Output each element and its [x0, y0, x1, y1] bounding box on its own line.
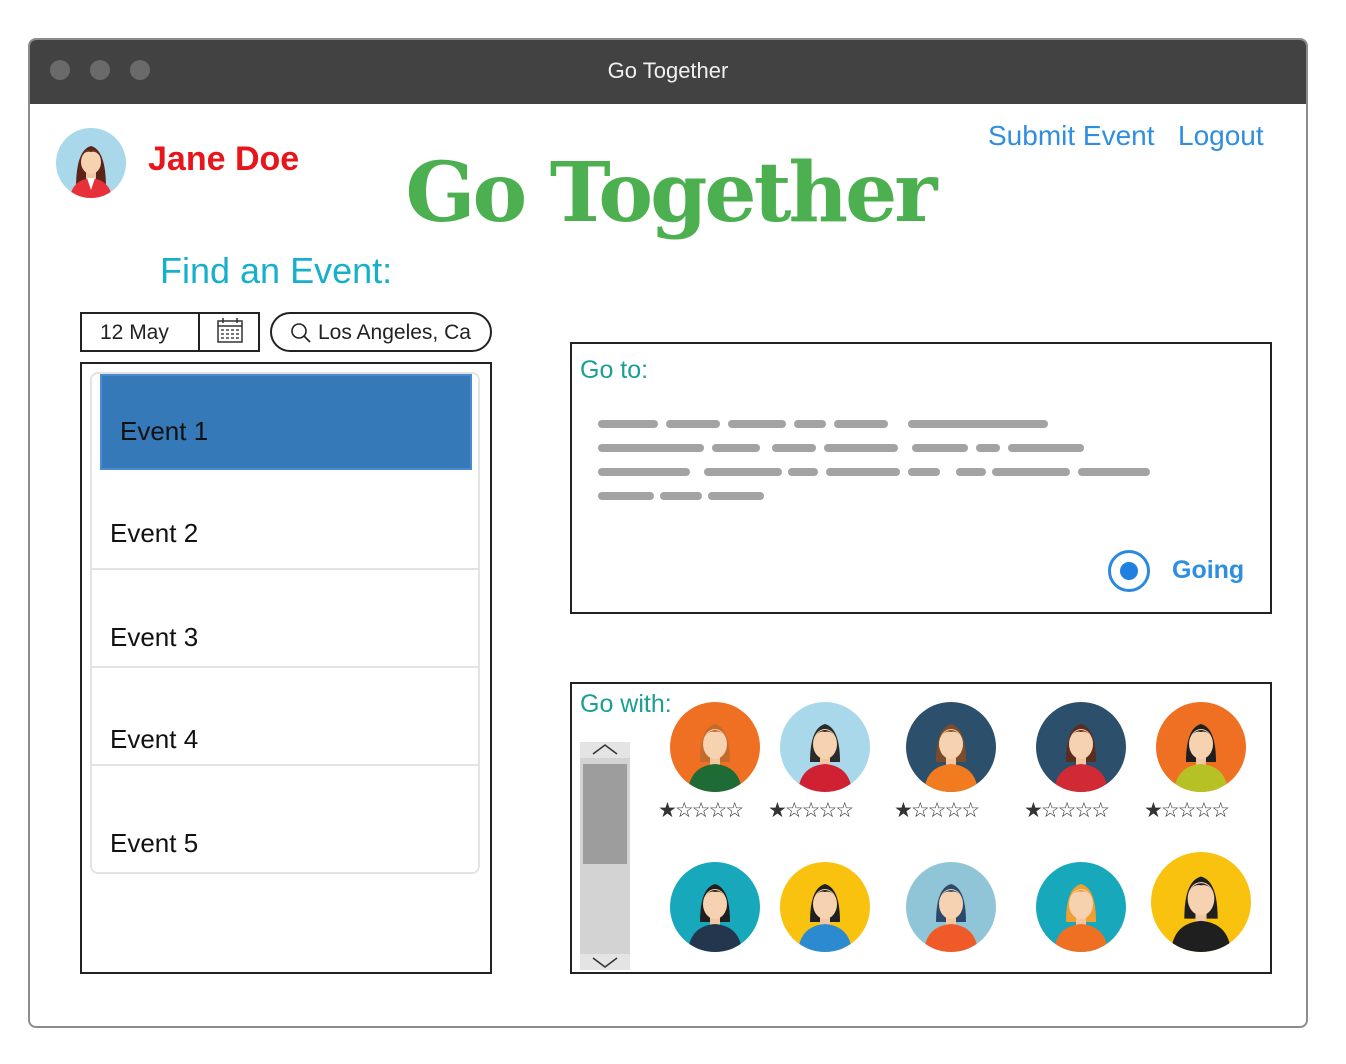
chevron-down-icon — [592, 957, 618, 968]
go-with-panel: Go with: ★☆☆☆☆ ★☆☆☆☆ ★☆☆☆☆ ★☆☆☆☆ ★☆☆☆☆ — [570, 682, 1272, 974]
find-event-heading: Find an Event: — [160, 250, 393, 291]
search-icon — [291, 323, 311, 343]
go-with-title: Go with: — [580, 690, 672, 718]
companion-avatar[interactable] — [906, 862, 996, 952]
event-list[interactable]: Event 1 Event 2 Event 3 Event 4 Event 5 — [90, 372, 480, 874]
calendar-icon — [217, 318, 243, 343]
app-logo: Go Together — [405, 145, 938, 241]
location-search-input[interactable]: Los Angeles, Ca — [270, 312, 492, 352]
event-list-item-2[interactable]: Event 2 — [92, 472, 478, 570]
companion-avatar[interactable] — [1036, 702, 1126, 792]
event-label: Event 5 — [110, 828, 199, 858]
go-to-title: Go to: — [580, 356, 649, 384]
vertical-scrollbar[interactable] — [580, 742, 630, 970]
go-to-panel: Go to: Going — [570, 342, 1272, 614]
event-label: Event 2 — [110, 518, 199, 548]
title-bar: Go Together — [30, 40, 1306, 104]
user-avatar[interactable] — [56, 128, 126, 198]
event-label: Event 1 — [120, 416, 209, 446]
browser-window: Go Together Jane Doe Submit Event Logout… — [28, 38, 1308, 1028]
companion-rating: ★☆☆☆☆ — [768, 799, 854, 822]
submit-event-link[interactable]: Submit Event — [988, 120, 1155, 152]
companion-avatar[interactable] — [1156, 702, 1246, 792]
window-title: Go Together — [607, 58, 729, 83]
location-search-value: Los Angeles, Ca — [318, 321, 471, 344]
event-label: Event 4 — [110, 724, 199, 754]
date-value: 12 May — [100, 321, 169, 344]
companion-avatar[interactable] — [670, 862, 760, 952]
companion-rating: ★☆☆☆☆ — [1144, 799, 1230, 822]
scrollbar-thumb[interactable] — [583, 764, 627, 864]
chevron-up-icon — [592, 744, 618, 755]
date-field[interactable]: 12 May — [80, 312, 260, 352]
companion-avatar[interactable] — [670, 702, 760, 792]
companion-rating: ★☆☆☆☆ — [894, 799, 980, 822]
calendar-button[interactable] — [198, 314, 258, 350]
user-name: Jane Doe — [148, 140, 300, 178]
event-list-item-1[interactable]: Event 1 — [100, 374, 472, 470]
companion-avatar[interactable] — [1036, 862, 1126, 952]
event-label: Event 3 — [110, 622, 199, 652]
companion-rating: ★☆☆☆☆ — [1024, 799, 1110, 822]
companion-avatar[interactable] — [1151, 852, 1251, 952]
scroll-down-button[interactable] — [580, 954, 630, 970]
going-label[interactable]: Going — [1172, 556, 1244, 585]
event-list-item-3[interactable]: Event 3 — [92, 570, 478, 668]
companion-rating: ★☆☆☆☆ — [658, 799, 744, 822]
event-list-frame: Event 1 Event 2 Event 3 Event 4 Event 5 — [80, 362, 492, 974]
event-list-item-5[interactable]: Event 5 — [92, 766, 478, 872]
scroll-up-button[interactable] — [580, 742, 630, 758]
companion-avatar[interactable] — [780, 862, 870, 952]
companion-avatar[interactable] — [780, 702, 870, 792]
logout-link[interactable]: Logout — [1178, 120, 1264, 152]
companion-avatar[interactable] — [906, 702, 996, 792]
going-radio[interactable] — [1108, 550, 1150, 592]
event-list-item-4[interactable]: Event 4 — [92, 668, 478, 766]
